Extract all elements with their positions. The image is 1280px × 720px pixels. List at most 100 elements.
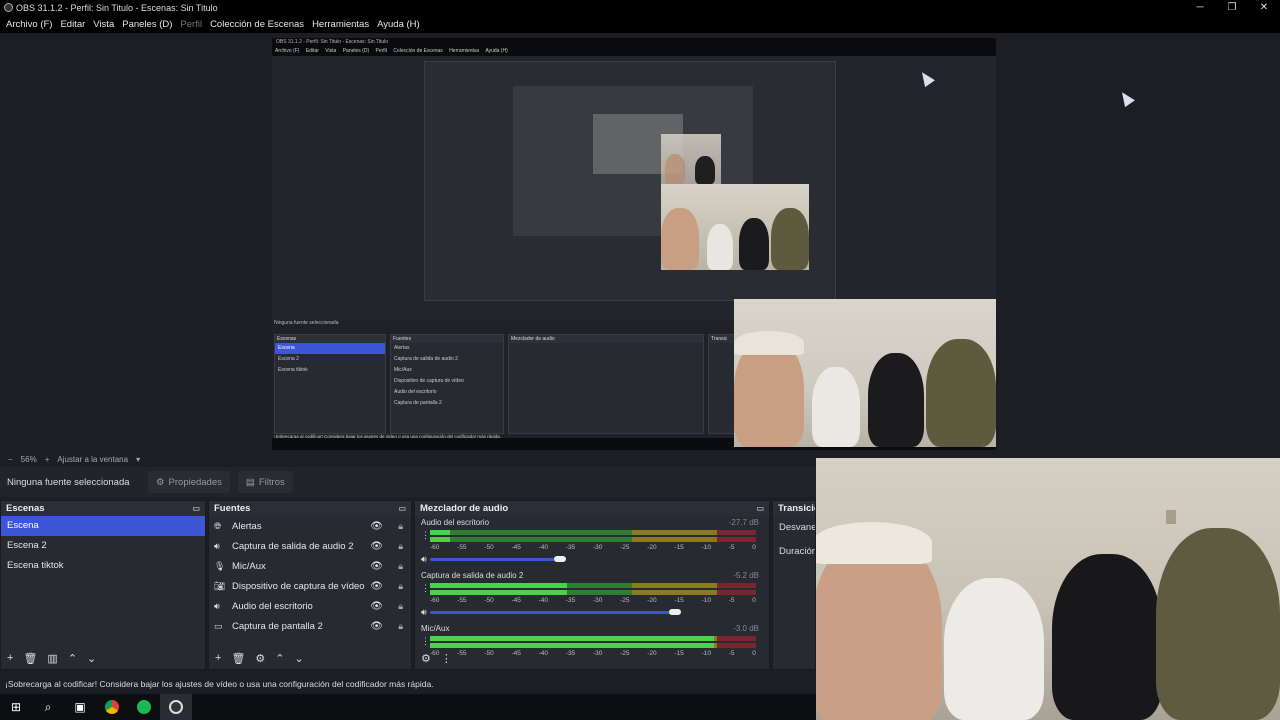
channel-menu-icon[interactable]: ⋮	[421, 636, 430, 647]
chrome-icon[interactable]	[96, 694, 128, 720]
lock-icon[interactable]: 🔒︎	[398, 581, 403, 592]
transitions-dock: Transicio Desvanec Duración	[772, 500, 816, 670]
speaker-icon: 🔊︎	[421, 607, 427, 617]
recursive-source: Audio del escritorio	[394, 389, 437, 395]
lock-icon[interactable]: 🔒︎	[398, 541, 403, 552]
tick-label: -30	[592, 597, 603, 604]
eye-icon[interactable]: 👁︎	[370, 521, 383, 532]
rec-menu-item: Vista	[325, 48, 337, 54]
scene-item[interactable]: Escena tiktok	[1, 556, 205, 576]
properties-button[interactable]: ⚙ Propiedades	[148, 471, 230, 493]
tick-label: -10	[701, 544, 711, 551]
undock-icon[interactable]: ▭	[398, 504, 406, 513]
eye-icon[interactable]: 👁︎	[370, 541, 383, 552]
add-source-icon[interactable]: +	[215, 652, 221, 664]
menu-archivo[interactable]: Archivo (F)	[2, 19, 56, 30]
tick-label: -35	[565, 597, 576, 604]
tick-label: -15	[674, 597, 684, 604]
filters-button[interactable]: ▤ Filtros	[237, 471, 293, 493]
undock-icon[interactable]: ▭	[756, 504, 764, 513]
trash-icon[interactable]: 🗑	[231, 652, 245, 665]
add-scene-icon[interactable]: +	[7, 652, 13, 664]
channel-menu-icon[interactable]: ⋮	[421, 530, 430, 541]
lock-icon[interactable]: 🔒︎	[398, 561, 403, 572]
recursive-source: Captura de salida de audio 2	[394, 356, 458, 362]
chevron-down-icon[interactable]: ▾	[136, 455, 140, 464]
recursive-sources-title: Fuentes	[391, 335, 503, 343]
zoom-out-button[interactable]: −	[8, 455, 13, 464]
mute-button[interactable]: 🔊︎	[421, 554, 427, 565]
move-down-icon[interactable]: ⌄	[87, 652, 96, 665]
minimize-button[interactable]: ─	[1184, 0, 1216, 15]
mute-button[interactable]: 🔊︎	[421, 607, 427, 618]
camera-icon: 📷︎	[214, 580, 226, 591]
source-item[interactable]: ▭ Captura de pantalla 2 👁︎ 🔒︎	[209, 616, 411, 636]
menu-herramientas[interactable]: Herramientas	[308, 19, 373, 30]
recursive-scene: Escena 2	[278, 356, 299, 362]
volume-slider[interactable]	[430, 611, 675, 614]
menu-ayuda[interactable]: Ayuda (H)	[373, 19, 424, 30]
fit-window-select[interactable]: Ajustar a la ventana	[57, 455, 128, 464]
source-item[interactable]: 🎙︎ Mic/Aux 👁︎ 🔒︎	[209, 556, 411, 576]
search-icon[interactable]: ⌕	[32, 694, 64, 720]
level-meter	[430, 583, 756, 588]
mixer-dock: Mezclador de audio ▭ Audio del escritori…	[414, 500, 770, 670]
eye-icon[interactable]: 👁︎	[370, 561, 383, 572]
zoom-in-button[interactable]: +	[45, 455, 50, 464]
menu-coleccion-escenas[interactable]: Colección de Escenas	[206, 19, 308, 30]
source-item[interactable]: 🔊︎ Audio del escritorio 👁︎ 🔒︎	[209, 596, 411, 616]
eye-icon[interactable]: 👁︎	[370, 621, 383, 632]
source-item[interactable]: 🔊︎ Captura de salida de audio 2 👁︎ 🔒︎	[209, 536, 411, 556]
move-down-icon[interactable]: ⌄	[295, 652, 304, 665]
menu-editar[interactable]: Editar	[56, 19, 89, 30]
spotify-icon[interactable]	[128, 694, 160, 720]
menu-perfil[interactable]: Perfil	[176, 19, 206, 30]
scene-item[interactable]: Escena	[1, 516, 205, 536]
recursive-source: Captura de pantalla 2	[394, 400, 442, 406]
eye-icon[interactable]: 👁︎	[370, 581, 383, 592]
speaker-icon: 🔊︎	[214, 600, 220, 611]
source-item[interactable]: 🌐︎ Alertas 👁︎ 🔒︎	[209, 516, 411, 536]
mic-icon: 🎙︎	[214, 560, 226, 571]
filter-icon: ▤	[245, 476, 255, 488]
obs-taskbar-icon[interactable]	[160, 694, 192, 720]
gear-icon[interactable]: ⚙	[255, 652, 265, 665]
taskbar: ⊞ ⌕ ▣	[0, 694, 816, 720]
transitions-title: Transicio	[778, 503, 816, 514]
volume-knob[interactable]	[668, 609, 681, 615]
status-bar: ¡Sobrecarga al codificar! Considera baja…	[0, 676, 816, 692]
task-view-icon[interactable]: ▣	[64, 694, 96, 720]
trash-icon[interactable]: 🗑	[23, 652, 37, 665]
filters-icon[interactable]: ▥	[47, 652, 57, 665]
tick-label: -20	[647, 597, 657, 604]
menu-vista[interactable]: Vista	[89, 19, 118, 30]
eye-icon[interactable]: 👁︎	[370, 601, 383, 612]
move-up-icon[interactable]: ⌃	[275, 652, 284, 665]
advanced-audio-icon[interactable]: ⚙	[421, 652, 431, 665]
windows-start-icon[interactable]: ⊞	[0, 694, 32, 720]
move-up-icon[interactable]: ⌃	[68, 652, 77, 665]
undock-icon[interactable]: ▭	[192, 504, 200, 513]
lock-icon[interactable]: 🔒︎	[398, 621, 403, 632]
volume-slider[interactable]	[430, 558, 561, 561]
channel-db: -3.0 dB	[733, 624, 759, 633]
close-button[interactable]: ✕	[1248, 0, 1280, 15]
tick-label: -60	[430, 597, 440, 604]
rec-menu-item: Editar	[305, 48, 319, 54]
transition-select[interactable]: Desvanec	[773, 516, 815, 540]
channel-name: Captura de salida de audio 2	[421, 571, 524, 580]
source-item[interactable]: 📷︎ Dispositivo de captura de vídeo 👁︎ 🔒︎	[209, 576, 411, 596]
preview-canvas[interactable]: OBS 31.1.2 - Perfil: Sin Titulo - Escena…	[0, 33, 1280, 451]
channel-menu-icon[interactable]: ⋮	[421, 583, 430, 594]
menu-dots-icon[interactable]: ⋮	[441, 652, 452, 665]
rec-menu-item: Herramientas	[449, 48, 480, 54]
tick-label: -55	[457, 544, 467, 551]
menu-paneles[interactable]: Paneles (D)	[118, 19, 176, 30]
rec-menu-item: Paneles (D)	[342, 48, 370, 54]
lock-icon[interactable]: 🔒︎	[398, 601, 403, 612]
volume-knob[interactable]	[554, 556, 567, 562]
tick-label: -15	[674, 544, 684, 551]
maximize-button[interactable]: ❐	[1216, 0, 1248, 15]
lock-icon[interactable]: 🔒︎	[398, 521, 403, 532]
scene-item[interactable]: Escena 2	[1, 536, 205, 556]
